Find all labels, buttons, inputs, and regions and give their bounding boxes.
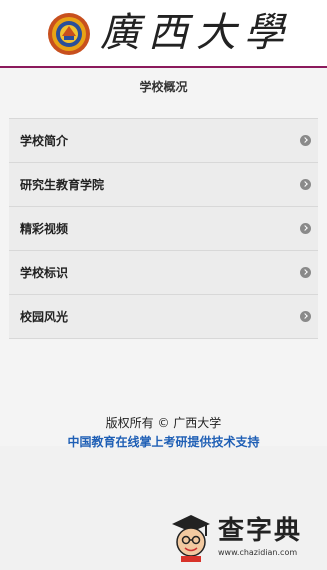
- watermark-title: 查字典: [218, 516, 303, 546]
- page-title: 学校概况: [139, 80, 188, 94]
- menu-item-school-intro[interactable]: 学校简介: [9, 119, 318, 163]
- university-logo-text: 廣西大學: [100, 10, 292, 56]
- menu-item-label: 校园风光: [20, 310, 69, 324]
- menu-list: 学校简介 研究生教育学院 精彩视频 学校标识 校园风光: [9, 118, 318, 339]
- support-link[interactable]: 中国教育在线掌上考研提供技术支持: [67, 435, 259, 450]
- chevron-right-icon: [300, 311, 311, 322]
- menu-item-label: 学校标识: [20, 266, 69, 280]
- page-content: 廣西大學 学校概况 学校简介 研究生教育学院 精彩视频 学校标识 校园风光 版权…: [0, 0, 327, 449]
- university-emblem-icon: [48, 13, 90, 55]
- chevron-right-icon: [300, 223, 311, 234]
- menu-item-school-identity[interactable]: 学校标识: [9, 251, 318, 295]
- menu-item-label: 研究生教育学院: [20, 178, 105, 192]
- page-footer: 版权所有 © 广西大学 中国教育在线掌上考研提供技术支持: [0, 416, 327, 450]
- watermark-url: www.chazidian.com: [218, 548, 298, 557]
- chevron-right-icon: [300, 135, 311, 146]
- graduate-avatar-icon: [172, 515, 210, 562]
- chevron-right-icon: [300, 267, 311, 278]
- menu-item-graduate-school[interactable]: 研究生教育学院: [9, 163, 318, 207]
- menu-item-campus-scenery[interactable]: 校园风光: [9, 295, 318, 339]
- menu-item-label: 精彩视频: [20, 222, 69, 236]
- chazidian-watermark: 查字典 www.chazidian.com: [168, 508, 323, 564]
- site-header: 廣西大學: [0, 0, 327, 68]
- copyright-text: 版权所有 © 广西大学: [105, 416, 222, 430]
- menu-item-label: 学校简介: [20, 134, 69, 148]
- menu-item-videos[interactable]: 精彩视频: [9, 207, 318, 251]
- chevron-right-icon: [300, 179, 311, 190]
